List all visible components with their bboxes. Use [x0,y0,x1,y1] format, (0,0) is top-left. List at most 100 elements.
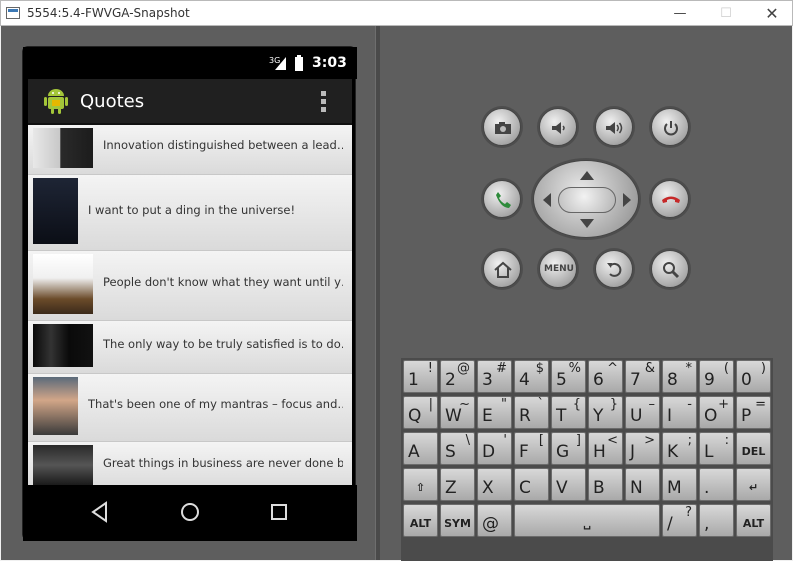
key-a[interactable]: A [403,432,438,465]
key-s[interactable]: S \ [440,432,475,465]
quote-thumbnail [33,254,93,314]
dpad-left-icon[interactable] [543,193,551,207]
key-5[interactable]: 5% [551,360,586,393]
key-at[interactable]: @ [477,504,512,537]
home-button[interactable] [483,250,521,288]
key-c[interactable]: C [514,468,549,501]
camera-button[interactable] [483,108,521,146]
key-6[interactable]: 6 ^ [588,360,623,393]
key-u-alt-label: – [648,397,656,412]
recents-nav-icon[interactable] [266,499,292,525]
end-call-button[interactable] [651,180,689,218]
key-w[interactable]: W ~ [440,396,475,429]
key-alt-right[interactable]: ALT [736,504,771,537]
key-period[interactable]: . [699,468,734,501]
search-button[interactable] [651,250,689,288]
dpad-center-button[interactable] [558,187,616,213]
key-3[interactable]: 3 # [477,360,512,393]
dpad-down-icon[interactable] [580,219,594,228]
volume-down-button[interactable] [539,108,577,146]
key-7[interactable]: 7 & [625,360,660,393]
key-p[interactable]: P = [736,396,771,429]
key-h[interactable]: H < [588,432,623,465]
key-9-alt-label: ( [723,361,729,376]
key-k[interactable]: K; [662,432,697,465]
key-e[interactable]: E " [477,396,512,429]
key-comma[interactable]: , [699,504,734,537]
key-j[interactable]: J > [625,432,660,465]
key-t[interactable]: T{ [551,396,586,429]
key-h-alt-label: < [607,433,618,448]
quote-thumbnail [33,445,93,485]
back-button[interactable] [595,250,633,288]
key-0[interactable]: 0) [736,360,771,393]
minimize-button[interactable]: — [657,1,703,26]
home-icon [494,261,512,278]
volume-up-button[interactable] [595,108,633,146]
key-2[interactable]: 2 @ [440,360,475,393]
key-w-alt-label: ~ [459,397,470,412]
key-s-alt-label: \ [465,433,470,448]
key-v[interactable]: V [551,468,586,501]
emulator-window: 3G 3:03 Quotes Innovation distinguished … [1,26,792,561]
key-8[interactable]: 8 * [662,360,697,393]
key-delete[interactable]: DEL [736,432,771,465]
key-9-label: 9 [704,370,715,390]
window-title: 5554:5.4-FWVGA-Snapshot [27,6,190,20]
key-space-label: ␣ [583,517,591,530]
quote-list[interactable]: Innovation distinguished between a lead…… [28,125,352,485]
power-button[interactable] [651,108,689,146]
dpad-right-icon[interactable] [623,193,631,207]
dpad[interactable] [533,160,639,238]
key-y[interactable]: Y} [588,396,623,429]
quote-item[interactable]: The only way to be truly satisfied is to… [28,321,352,374]
key-f-alt-label: [ [538,433,544,448]
key-enter-label: ↵ [748,481,759,494]
key-4[interactable]: 4 $ [514,360,549,393]
key-9[interactable]: 9( [699,360,734,393]
back-nav-icon[interactable] [87,499,113,525]
key-q[interactable]: Q | [403,396,438,429]
key-f[interactable]: F[ [514,432,549,465]
key-sym[interactable]: SYM [440,504,475,537]
quote-item[interactable]: Innovation distinguished between a lead… [28,125,352,175]
call-button[interactable] [483,180,521,218]
key-d[interactable]: D ' [477,432,512,465]
key-l[interactable]: L: [699,432,734,465]
key-i[interactable]: I- [662,396,697,429]
quote-item[interactable]: Great things in business are never done … [28,442,352,485]
quote-text: That's been one of my mantras – focus an… [88,397,343,411]
key-7-label: 7 [630,370,641,390]
key-b[interactable]: B [588,468,623,501]
overflow-menu-icon[interactable] [318,89,328,115]
key-m[interactable]: M [662,468,697,501]
menu-button[interactable]: MENU [539,250,577,288]
key-alt-left[interactable]: ALT [403,504,438,537]
key-slash[interactable]: /? [662,504,697,537]
quote-text: The only way to be truly satisfied is to… [103,337,343,351]
key-3-alt-label: # [496,361,507,376]
key-shift[interactable]: ⇧ [403,468,438,501]
key-enter[interactable]: ↵ [736,468,771,501]
key-r[interactable]: R ` [514,396,549,429]
key-u[interactable]: U – [625,396,660,429]
key-alt-right-label: ALT [742,517,765,530]
key-o-label: O [704,406,718,426]
key-4-alt-label: $ [535,361,544,376]
camera-icon [495,122,511,134]
close-button[interactable]: ✕ [749,1,793,26]
key-n[interactable]: N [625,468,660,501]
key-x[interactable]: X [477,468,512,501]
dpad-up-icon[interactable] [580,171,594,180]
volume-up-icon [606,122,623,134]
key-o[interactable]: O + [699,396,734,429]
quote-item[interactable]: That's been one of my mantras – focus an… [28,374,352,442]
home-nav-icon[interactable] [177,499,203,525]
key-space[interactable]: ␣ [514,504,660,537]
maximize-button[interactable]: ☐ [703,1,749,26]
key-z[interactable]: Z [440,468,475,501]
quote-item[interactable]: People don't know what they want until y… [28,251,352,321]
key-g[interactable]: G] [551,432,586,465]
key-1[interactable]: 1! [403,360,438,393]
quote-item[interactable]: I want to put a ding in the universe! [28,175,352,251]
